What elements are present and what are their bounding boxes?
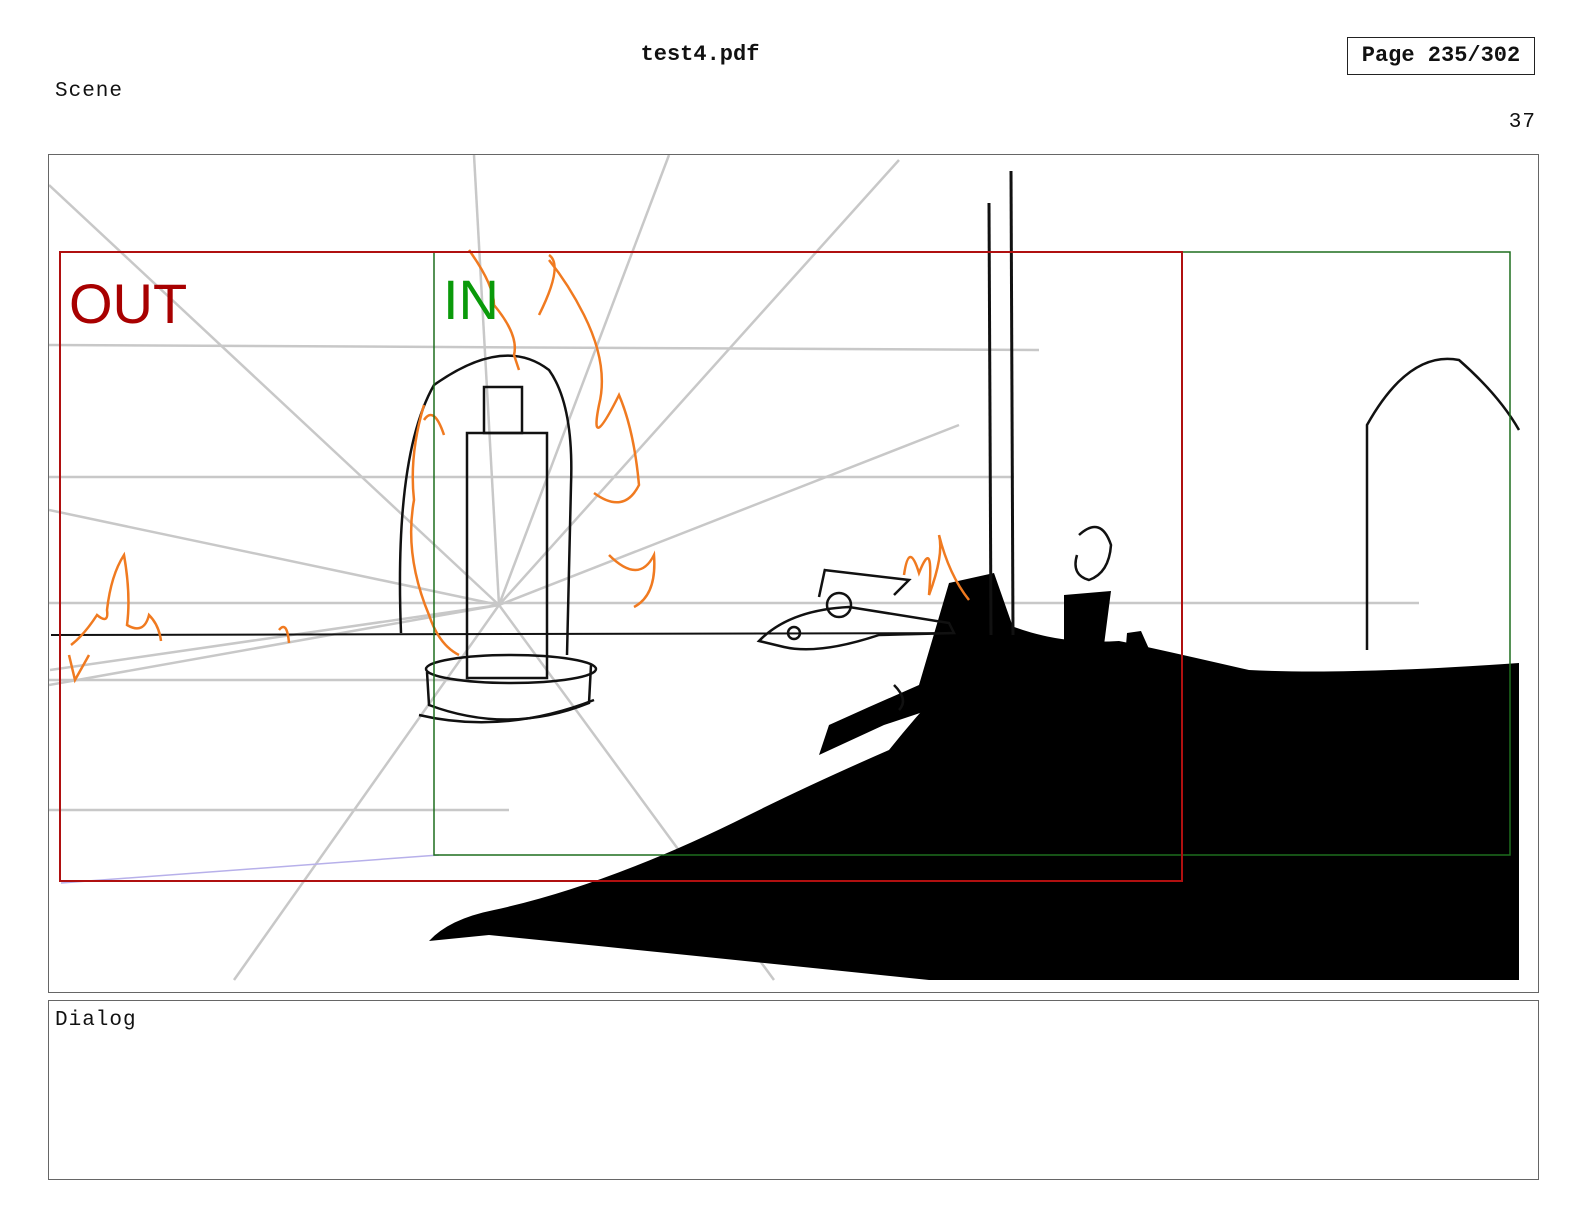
panel-sketch: OUT IN: [49, 155, 1521, 981]
archway: [1365, 357, 1521, 650]
poles: [987, 170, 1015, 636]
page-indicator: Page 235/302: [1347, 37, 1535, 75]
cape-silhouette: [429, 625, 1519, 980]
dialog-box: Dialog: [48, 1000, 1539, 1180]
scene-label: Scene: [55, 80, 124, 103]
document-title: test4.pdf: [640, 42, 760, 67]
out-frame-label: OUT: [69, 272, 187, 335]
horizon-line: [50, 632, 1010, 636]
in-frame-label: IN: [443, 268, 499, 331]
lavender-guide: [60, 854, 440, 884]
storyboard-panel: OUT IN: [48, 154, 1539, 993]
dialog-label: Dialog: [55, 1009, 137, 1032]
panel-number: 37: [1508, 111, 1536, 134]
